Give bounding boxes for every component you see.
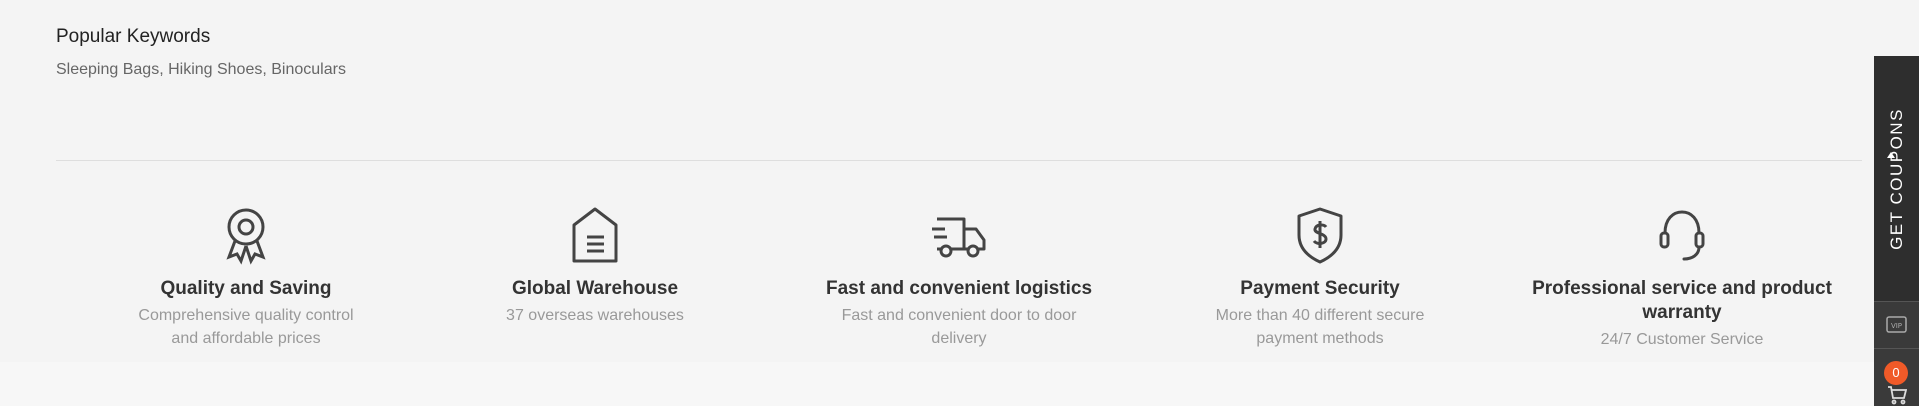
feature-service: Professional service and product warrant… (1522, 205, 1842, 351)
feature-desc: 24/7 Customer Service (1600, 331, 1764, 348)
vip-button[interactable]: VIP (1874, 301, 1919, 349)
popular-keywords-list[interactable]: Sleeping Bags, Hiking Shoes, Binoculars (56, 61, 346, 79)
shield-dollar-icon (1297, 207, 1343, 264)
feature-warehouse: Global Warehouse 37 overseas warehouses (435, 205, 755, 327)
vip-icon: VIP (1886, 316, 1907, 333)
feature-title: Professional service and product warrant… (1532, 278, 1832, 323)
award-ribbon-icon (226, 208, 266, 265)
side-panel: VIP 0 (1874, 301, 1919, 406)
svg-text:VIP: VIP (1891, 322, 1902, 330)
cart-icon (1888, 386, 1907, 405)
cart-button[interactable]: 0 (1874, 349, 1919, 406)
feature-desc: More than 40 different secure payment me… (1215, 307, 1425, 347)
feature-desc: 37 overseas warehouses (506, 307, 684, 324)
feature-title: Payment Security (1240, 278, 1400, 299)
feature-desc: Fast and convenient door to door deliver… (841, 307, 1077, 347)
get-coupons-label: GET COUPONS (1886, 107, 1906, 250)
feature-title: Fast and convenient logistics (825, 278, 1093, 299)
bottom-band (0, 362, 1919, 406)
divider (56, 160, 1862, 161)
popular-keywords: Popular Keywords Sleeping Bags, Hiking S… (56, 26, 346, 79)
feature-desc: Comprehensive quality control and afford… (138, 307, 354, 347)
features-row: Quality and Saving Comprehensive quality… (0, 205, 1875, 365)
feature-title: Global Warehouse (511, 278, 679, 299)
cart-count-badge: 0 (1884, 361, 1908, 385)
popular-keywords-title: Popular Keywords (56, 26, 211, 47)
delivery-truck-icon (932, 217, 986, 258)
warehouse-icon (572, 207, 618, 263)
page-footer-section: Popular Keywords Sleeping Bags, Hiking S… (0, 0, 1919, 406)
feature-quality: Quality and Saving Comprehensive quality… (86, 205, 406, 350)
feature-payment: Payment Security More than 40 different … (1160, 205, 1480, 350)
headset-icon (1659, 210, 1705, 261)
feature-title: Quality and Saving (160, 278, 332, 299)
get-coupons-button[interactable]: GET COUPONS (1874, 56, 1919, 301)
feature-logistics: Fast and convenient logistics Fast and c… (799, 205, 1119, 350)
